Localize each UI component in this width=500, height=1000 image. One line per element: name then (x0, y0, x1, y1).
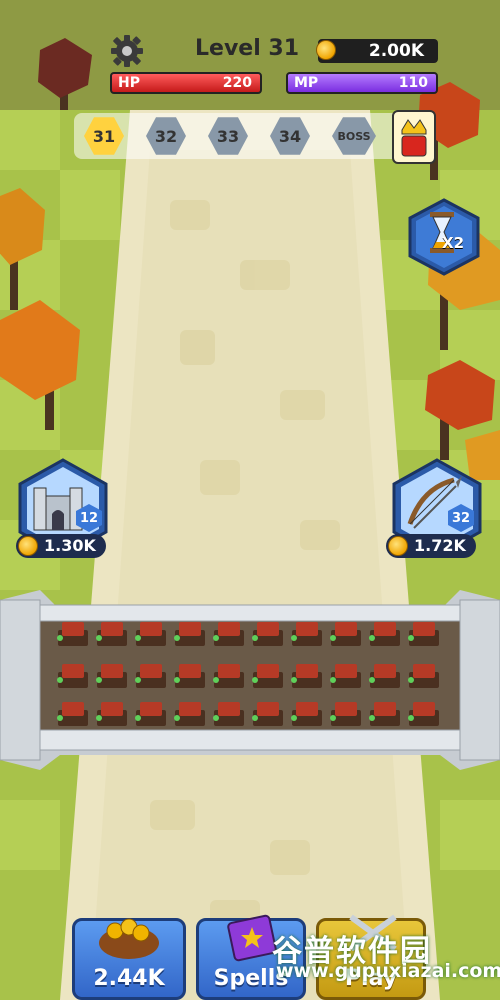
hp-bar: HP 220 (110, 72, 262, 94)
hp-label: HP (118, 75, 140, 91)
gold-income-value: 2.44K (93, 966, 165, 991)
castle-cost-value: 1.30K (44, 536, 96, 555)
archer-cost-value: 1.72K (414, 536, 466, 555)
settings-gear-icon[interactable] (110, 34, 144, 68)
stage-progress-strip (74, 113, 432, 159)
gold-income-button[interactable]: 2.44K (72, 918, 186, 1000)
hp-value: 220 (222, 75, 252, 91)
coin-icon (388, 536, 408, 556)
speed-boost-button[interactable]: X2 (408, 198, 480, 276)
castle-upgrade-cost[interactable]: 1.30K (16, 534, 106, 558)
watermark-url: www.gupuxiazai.com (276, 960, 500, 982)
coin-icon (316, 40, 336, 60)
gold-counter: 2.00K (318, 39, 438, 63)
coin-icon (18, 536, 38, 556)
boss-crown-icon (392, 110, 436, 164)
mp-value: 110 (398, 75, 428, 91)
mp-bar: MP 110 (286, 72, 438, 94)
treasure-pot-icon (99, 918, 159, 959)
mp-label: MP (294, 75, 319, 91)
speed-multiplier: X2 (442, 234, 465, 252)
archer-upgrade-cost[interactable]: 1.72K (386, 534, 476, 558)
watermark: 谷普软件园 www.gupuxiazai.com (272, 926, 500, 982)
level-title: Level 31 (195, 36, 300, 61)
